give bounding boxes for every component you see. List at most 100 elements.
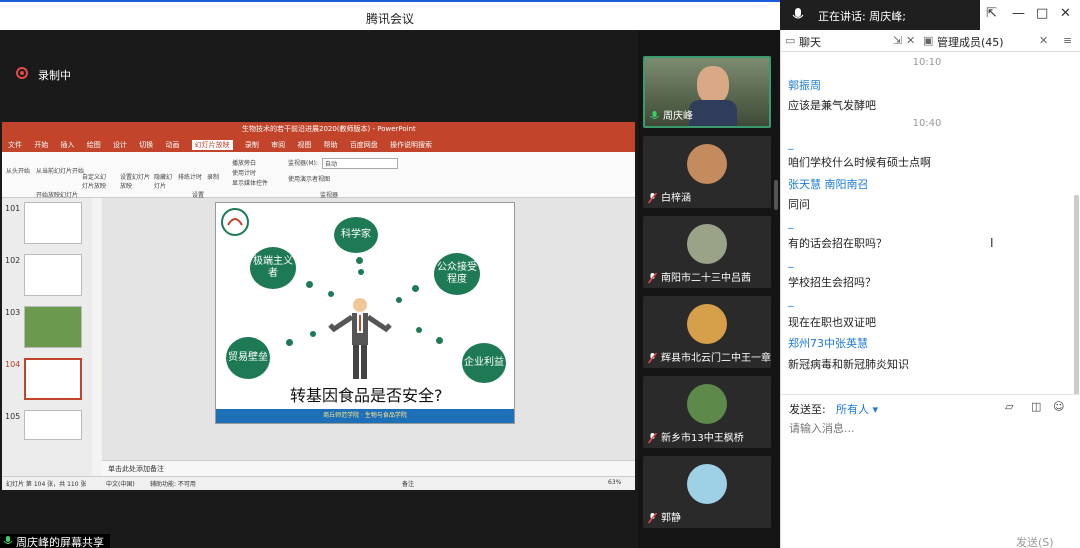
ribbon-rehearse[interactable]: 排练计时 — [178, 172, 202, 181]
chat-sender[interactable]: 郑州73中张英慧 — [788, 335, 868, 351]
ribbon-timing[interactable]: 使用计时 — [232, 168, 256, 177]
thumb-number: 102 — [5, 256, 21, 265]
chat-sender[interactable]: 郭振周 — [788, 77, 821, 93]
ppt-tab[interactable]: 百度网盘 — [350, 141, 378, 149]
video-tile[interactable]: 白梓涵 — [643, 136, 771, 208]
ribbon-record[interactable]: 录制 — [207, 172, 219, 181]
slide-thumbnail-selected[interactable] — [24, 358, 82, 400]
status-accessibility[interactable]: 辅助功能: 不可用 — [150, 479, 196, 488]
ribbon-from-start[interactable]: 从头开始 — [6, 166, 30, 175]
chat-sender[interactable]: _ — [788, 255, 794, 268]
pin-icon[interactable]: ⇱ — [986, 6, 997, 21]
ppt-ribbon: 从头开始 从当前幻灯片开始 自定义幻灯片放映 设置幻灯片放映 隐藏幻灯片 排练计… — [2, 152, 635, 199]
participant-scrollbar[interactable] — [774, 180, 778, 210]
menu-icon[interactable]: ≡ — [1063, 34, 1072, 47]
status-notes-button[interactable]: 备注 — [402, 479, 414, 488]
video-tile[interactable]: 新乡市13中王枫桥 — [643, 376, 771, 448]
chat-icon: ▭ — [785, 34, 796, 47]
ribbon-hide-slide[interactable]: 隐藏幻灯片 — [154, 172, 176, 190]
ppt-statusbar: 幻灯片 第 104 张，共 110 张 中文(中国) 辅助功能: 不可用 备注 … — [2, 476, 635, 490]
status-zoom[interactable]: 63% — [608, 479, 621, 486]
close-button[interactable]: ✕ — [1060, 6, 1071, 21]
chat-sender[interactable]: _ — [788, 294, 794, 307]
ppt-tab[interactable]: 录制 — [245, 141, 259, 149]
minimize-button[interactable]: — — [1012, 6, 1025, 21]
microphone-icon — [792, 8, 804, 19]
ribbon-from-current[interactable]: 从当前幻灯片开始 — [36, 166, 84, 175]
ppt-tab[interactable]: 设计 — [113, 141, 127, 149]
ppt-ribbon-tabs: 文件 开始 插入 绘图 设计 切换 动画 幻灯片放映 录制 审阅 视图 帮助 百… — [8, 140, 442, 150]
text-cursor-icon: I — [990, 236, 994, 250]
ribbon-presenter-view[interactable]: 使用演示者视图 — [288, 174, 330, 183]
ribbon-custom-show[interactable]: 自定义幻灯片放映 — [82, 172, 108, 190]
share-owner-label: 周庆峰的屏幕共享 — [16, 536, 104, 548]
slide-thumbnail[interactable] — [24, 254, 82, 296]
cloud-scientist: 科学家 — [334, 217, 378, 253]
tab-chat[interactable]: 聊天 — [799, 34, 821, 50]
chat-message: 新冠病毒和新冠肺炎知识 — [788, 358, 909, 371]
avatar — [687, 144, 727, 184]
ppt-titlebar: 生物技术的若干前沿进展2020(教师版本) - PowerPoint 文件 开始… — [2, 122, 635, 152]
ppt-tab[interactable]: 开始 — [34, 141, 48, 149]
chat-tabs: ▭ 聊天 ⇲ ✕ ▣ 管理成员(45) ✕ ≡ — [781, 30, 1080, 52]
send-button[interactable]: 发送(S) — [1016, 534, 1054, 548]
video-tile[interactable]: 郭静 — [643, 456, 771, 528]
dock-icon[interactable]: ⇲ — [893, 34, 902, 47]
video-tile[interactable]: 辉县市北云门二中王一章 — [643, 296, 771, 368]
participant-list: 周庆峰 白梓涵 南阳市二十三中吕茜 辉县市北云门二中王一章 新乡市13中王枫桥 … — [638, 30, 780, 548]
ppt-tab[interactable]: 视图 — [297, 141, 311, 149]
ppt-tab[interactable]: 文件 — [8, 141, 22, 149]
tab-members[interactable]: 管理成员(45) — [937, 34, 1004, 50]
chat-scrollbar[interactable] — [1074, 195, 1079, 395]
title-bar: 腾讯会议 — [0, 0, 780, 30]
ribbon-monitor-select[interactable]: 自动 — [322, 158, 398, 169]
microphone-muted-icon — [648, 513, 657, 523]
chat-sender[interactable]: 张天慧 南阳南召 — [788, 176, 869, 192]
video-tile[interactable]: 南阳市二十三中吕茜 — [643, 216, 771, 288]
close-members-icon[interactable]: ✕ — [1039, 34, 1048, 47]
chat-message: 应该是兼气发酵吧 — [788, 99, 876, 112]
notes-pane[interactable]: 单击此处添加备注 — [102, 460, 635, 476]
participant-name: 郭静 — [661, 513, 681, 524]
maximize-button[interactable]: □ — [1036, 6, 1048, 21]
thought-bubble — [396, 297, 402, 303]
microphone-icon — [650, 111, 659, 119]
ppt-tab-active[interactable]: 幻灯片放映 — [191, 140, 233, 150]
man-shrugging-figure — [328, 298, 392, 379]
ppt-tab[interactable]: 绘图 — [87, 141, 101, 149]
folder-icon[interactable]: ▱ — [1005, 400, 1013, 413]
send-to-select[interactable]: 所有人 ▾ — [836, 401, 878, 417]
thumb-number: 101 — [5, 204, 21, 213]
ribbon-narration[interactable]: 播放旁白 — [232, 158, 256, 167]
ppt-tab[interactable]: 动画 — [165, 141, 179, 149]
ppt-tab[interactable]: 插入 — [60, 141, 74, 149]
ribbon-media-controls[interactable]: 显示媒体控件 — [232, 178, 268, 187]
close-chat-icon[interactable]: ✕ — [906, 34, 915, 47]
ppt-tab[interactable]: 操作说明搜索 — [390, 141, 432, 149]
thought-bubble — [416, 327, 422, 333]
speaker-face — [697, 66, 729, 104]
ppt-tab[interactable]: 审阅 — [271, 141, 285, 149]
chat-message: 同问 — [788, 198, 810, 211]
chat-sender[interactable]: _ — [788, 216, 794, 229]
slide-thumbnail[interactable] — [24, 410, 82, 440]
chat-message: 学校招生会招吗？ — [788, 276, 876, 289]
ribbon-setup-show[interactable]: 设置幻灯片放映 — [120, 172, 152, 190]
slide-thumbnail[interactable] — [24, 306, 82, 348]
thought-bubble — [436, 337, 443, 344]
message-input[interactable] — [789, 418, 1069, 438]
slide-thumbnail[interactable] — [24, 202, 82, 244]
screenshot-icon[interactable]: ◫ — [1031, 400, 1041, 413]
speaker-body — [689, 100, 737, 126]
ppt-tab[interactable]: 切换 — [139, 141, 153, 149]
chat-sender[interactable]: _ — [788, 137, 794, 150]
cloud-public-acceptance: 公众接受程度 — [434, 253, 480, 295]
app-title: 腾讯会议 — [365, 12, 414, 26]
thought-bubble — [286, 339, 293, 346]
send-to-value: 所有人 — [836, 403, 869, 416]
ppt-tab[interactable]: 帮助 — [324, 141, 338, 149]
thought-bubble — [356, 257, 363, 264]
video-tile[interactable]: 周庆峰 — [643, 56, 771, 128]
chat-timestamp: 10:40 — [912, 118, 942, 129]
user-icon[interactable]: ☺ — [1053, 400, 1064, 413]
